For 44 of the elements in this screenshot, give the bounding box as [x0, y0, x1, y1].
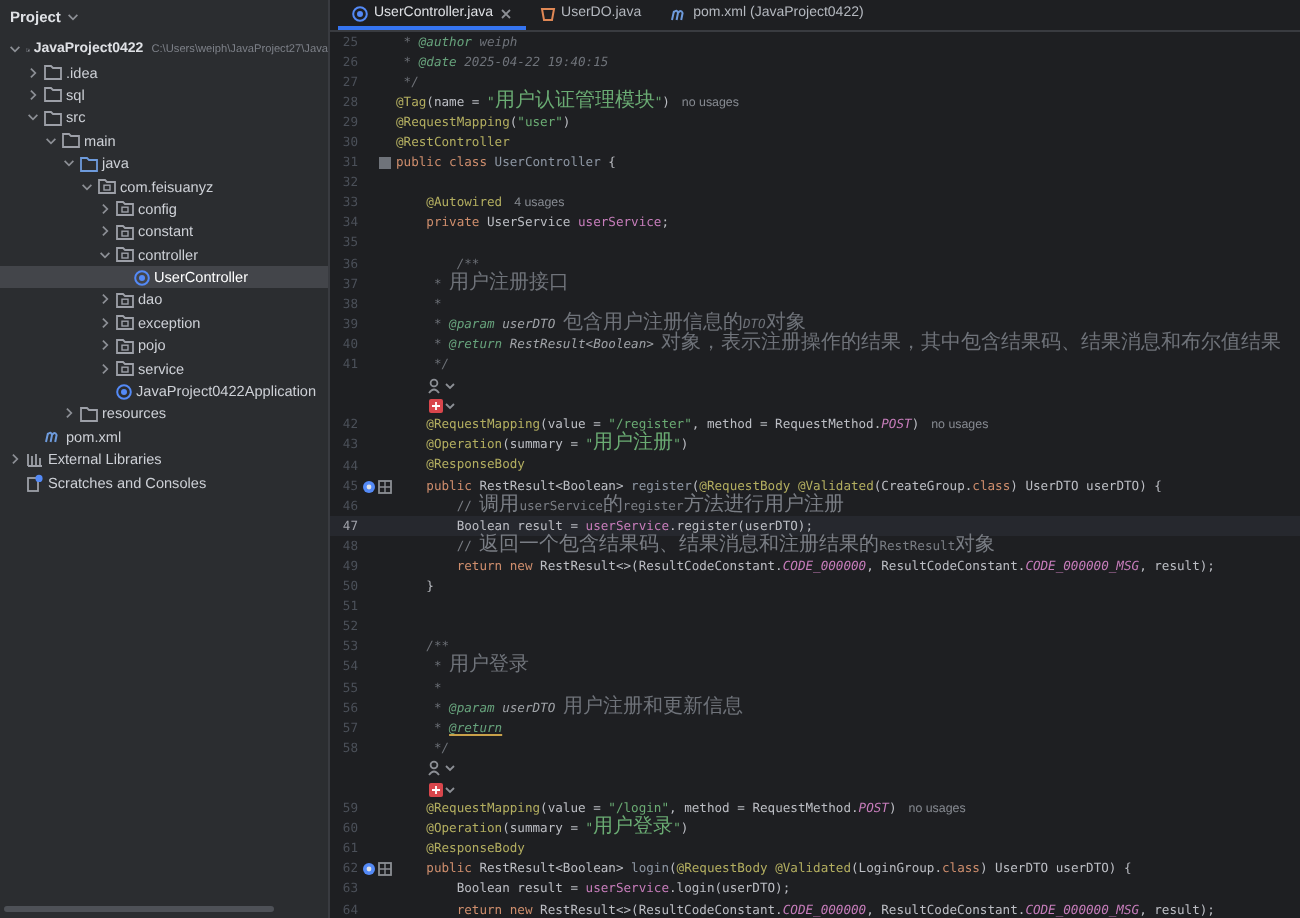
gutter-grid-icon[interactable] [378, 862, 392, 877]
chevron-right-icon[interactable] [98, 292, 112, 307]
chevron-right-icon[interactable] [26, 87, 40, 102]
class-icon [134, 269, 150, 286]
package-folder-icon [98, 178, 116, 195]
class-icon [116, 383, 132, 400]
chevron-down-icon[interactable] [98, 247, 112, 262]
package-folder-icon [116, 337, 134, 354]
gutter-grid-icon[interactable] [378, 479, 392, 494]
author-hint-icon[interactable] [428, 760, 458, 777]
chevron-down-icon[interactable] [26, 110, 40, 125]
package-folder-icon [116, 291, 134, 308]
library-icon [26, 451, 44, 468]
maven-icon [44, 428, 62, 445]
chevron-down-icon[interactable] [66, 10, 81, 24]
chevron-down-icon[interactable] [80, 179, 94, 194]
package-folder-icon [116, 200, 134, 217]
close-icon[interactable] [499, 7, 512, 19]
package-folder-icon [116, 314, 134, 331]
chevron-down-icon[interactable] [8, 42, 22, 57]
endpoint-icon[interactable] [362, 862, 376, 877]
chevron-right-icon[interactable] [98, 338, 112, 353]
chevron-right-icon[interactable] [98, 361, 112, 376]
table-icon [539, 5, 556, 21]
author-hint-icon[interactable] [428, 377, 458, 394]
scratch-file-icon [26, 473, 44, 492]
class-icon [352, 5, 368, 21]
scrollbar[interactable] [4, 906, 274, 912]
gutter-class-icon[interactable] [378, 156, 392, 171]
chevron-right-icon[interactable] [26, 65, 40, 80]
package-folder-icon [116, 360, 134, 377]
chevron-right-icon[interactable] [98, 315, 112, 330]
package-folder-icon [116, 246, 134, 263]
maven-icon [669, 5, 688, 21]
ai-badge-icon[interactable] [428, 781, 458, 798]
chevron-right-icon[interactable] [62, 406, 76, 421]
chevron-down-icon[interactable] [44, 133, 58, 148]
chevron-right-icon[interactable] [8, 452, 22, 467]
chevron-down-icon[interactable] [62, 156, 76, 171]
package-folder-icon [116, 223, 134, 240]
ai-badge-icon[interactable] [428, 397, 458, 414]
chevron-right-icon[interactable] [98, 224, 112, 239]
chevron-right-icon[interactable] [98, 201, 112, 216]
endpoint-icon[interactable] [362, 479, 376, 494]
